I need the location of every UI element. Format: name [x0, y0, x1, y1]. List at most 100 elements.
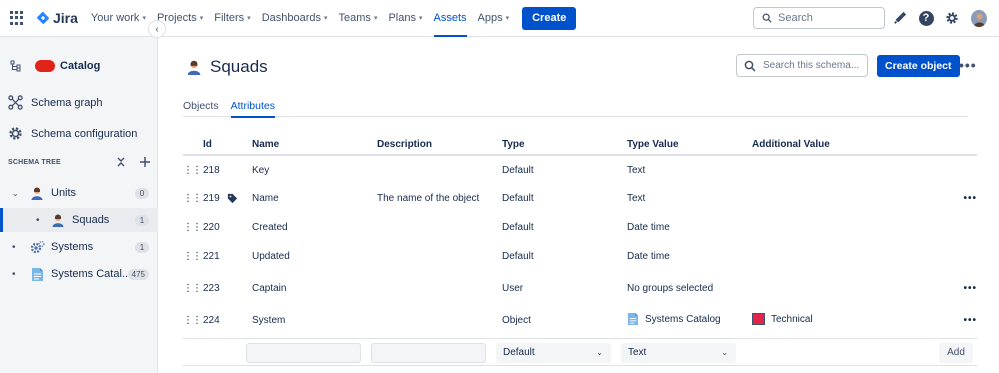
count-badge: 475	[127, 268, 149, 280]
row-more-icon[interactable]: •••	[937, 184, 977, 213]
person-icon	[51, 213, 65, 227]
schema-name: Catalog	[60, 60, 101, 72]
nav-item-dashboards[interactable]: Dashboards ▾	[262, 0, 328, 37]
create-object-button[interactable]: Create object	[877, 55, 960, 77]
chevron-down-icon: ▾	[324, 15, 328, 22]
create-button[interactable]: Create	[522, 6, 577, 30]
attribute-id: 220	[203, 222, 220, 233]
attribute-additional-value	[752, 184, 937, 213]
nav-item-label: Your work	[90, 12, 140, 24]
attribute-type: Object	[502, 315, 531, 326]
drag-handle-icon[interactable]: ⋮⋮	[183, 213, 203, 242]
schema-header[interactable]: Catalog	[9, 59, 100, 73]
table-row[interactable]: ⋮⋮ 220 Created Default Date time	[183, 213, 977, 242]
attribute-type-value: Systems Catalog	[645, 313, 721, 325]
nav-item-plans[interactable]: Plans ▾	[388, 0, 422, 37]
attribute-name[interactable]: Name	[252, 184, 377, 213]
schema-tree-header: SCHEMA TREE	[8, 155, 150, 169]
attribute-name[interactable]: Created	[252, 213, 377, 242]
drag-handle-icon[interactable]: ⋮⋮	[183, 271, 203, 305]
status-color-swatch	[752, 313, 765, 325]
chevron-down-icon[interactable]: ⌄	[12, 189, 19, 198]
nav-item-teams[interactable]: Teams ▾	[339, 0, 378, 37]
add-attribute-button[interactable]: Add	[939, 343, 973, 363]
schema-graph-icon	[8, 95, 23, 110]
table-row[interactable]: ⋮⋮ 219 Name The name of the object Defau…	[183, 184, 977, 213]
collapse-sidebar-button[interactable]: ‹	[148, 20, 166, 38]
attribute-description	[377, 305, 502, 336]
table-row[interactable]: ⋮⋮ 224 System Object Systems Catalog Tec…	[183, 305, 977, 336]
new-attribute-type-select[interactable]: Default ⌄	[496, 343, 611, 363]
drag-handle-icon[interactable]: ⋮⋮	[183, 242, 203, 271]
profile-avatar[interactable]	[971, 9, 987, 27]
add-object-type-icon[interactable]	[140, 157, 150, 167]
schema-search-input[interactable]: Search this schema...	[736, 54, 868, 77]
chevron-down-icon: ⌄	[596, 348, 603, 357]
table-row[interactable]: ⋮⋮ 221 Updated Default Date time	[183, 242, 977, 271]
sidebar-item-label: Schema graph	[31, 96, 103, 109]
attribute-additional-value	[752, 213, 937, 242]
nav-item-apps[interactable]: Apps ▾	[478, 0, 510, 37]
tree-item-label: Systems	[51, 241, 94, 253]
table-row[interactable]: ⋮⋮ 218 Key Default Text	[183, 155, 977, 184]
chevron-down-icon: ▾	[373, 15, 378, 22]
person-icon	[186, 59, 202, 75]
attribute-id: 223	[203, 282, 220, 294]
column-header-type[interactable]: Type	[502, 135, 627, 156]
tree-item-systems-catalog[interactable]: • Systems Catal... 475	[0, 262, 158, 286]
new-attribute-type-value-select[interactable]: Text ⌄	[621, 343, 736, 363]
tree-item-systems[interactable]: • Systems 1	[0, 235, 158, 259]
sidebar-item-schema-graph[interactable]: Schema graph	[8, 95, 103, 110]
notifications-icon[interactable]	[892, 10, 908, 26]
new-attribute-description-input[interactable]	[371, 343, 486, 363]
search-icon	[762, 13, 772, 23]
sidebar: Catalog Schema graph Schema configuratio…	[0, 37, 158, 373]
nav-item-filters[interactable]: Filters ▾	[214, 0, 250, 37]
drag-handle-icon[interactable]: ⋮⋮	[183, 155, 203, 184]
page-title: Squads	[210, 57, 268, 76]
collapse-tree-icon[interactable]	[116, 155, 126, 169]
new-attribute-name-input[interactable]	[246, 343, 361, 363]
row-more-icon[interactable]: •••	[937, 271, 977, 305]
attribute-type-value: No groups selected	[627, 282, 714, 294]
help-icon[interactable]: ?	[918, 10, 934, 26]
more-actions-icon[interactable]: •••	[959, 57, 977, 73]
row-more-icon[interactable]: •••	[937, 305, 977, 336]
nav-item-assets[interactable]: Assets	[433, 0, 467, 37]
jira-logo[interactable]: Jira	[36, 10, 78, 26]
schema-tree-icon	[9, 59, 23, 73]
attribute-type-value: Date time	[627, 251, 670, 262]
new-attribute-row: Default ⌄ Text ⌄ Add	[183, 338, 977, 366]
schema-search-placeholder: Search this schema...	[763, 60, 860, 71]
column-header-id[interactable]: Id	[203, 135, 227, 156]
count-badge: 0	[135, 187, 149, 199]
attribute-name[interactable]: Updated	[252, 242, 377, 271]
settings-icon[interactable]	[944, 10, 960, 26]
nav-item-your-work[interactable]: Your work ▾	[91, 0, 146, 37]
tree-item-squads[interactable]: • Squads 1	[0, 208, 158, 232]
attribute-type-value: Text	[627, 164, 646, 176]
column-header-name[interactable]: Name	[252, 135, 377, 156]
attribute-type: User	[502, 282, 524, 294]
chevron-down-icon: ▾	[418, 15, 423, 22]
attribute-description	[377, 271, 502, 305]
chevron-down-icon: ▾	[142, 15, 146, 22]
table-row[interactable]: ⋮⋮ 223 Captain User No groups selected •…	[183, 271, 977, 305]
app-switcher-icon[interactable]	[10, 11, 24, 25]
chevron-down-icon: ▾	[199, 15, 204, 22]
attribute-name[interactable]: Key	[252, 155, 377, 184]
attribute-name[interactable]: System	[252, 305, 377, 336]
drag-handle-icon[interactable]: ⋮⋮	[183, 184, 203, 213]
sidebar-item-schema-configuration[interactable]: Schema configuration	[8, 126, 137, 141]
column-header-description[interactable]: Description	[377, 135, 502, 156]
column-header-additional-value[interactable]: Additional Value	[752, 135, 937, 156]
attribute-name[interactable]: Captain	[252, 271, 377, 305]
drag-handle-icon[interactable]: ⋮⋮	[183, 305, 203, 336]
tab-attributes[interactable]: Attributes	[230, 100, 276, 118]
global-search-input[interactable]: Search	[753, 7, 885, 29]
tree-item-label: Units	[51, 187, 77, 199]
column-header-type-value[interactable]: Type Value	[627, 135, 752, 156]
nav-item-label: Filters	[214, 12, 245, 24]
tree-item-units[interactable]: ⌄ Units 0	[0, 181, 158, 205]
tab-objects[interactable]: Objects	[183, 100, 219, 117]
